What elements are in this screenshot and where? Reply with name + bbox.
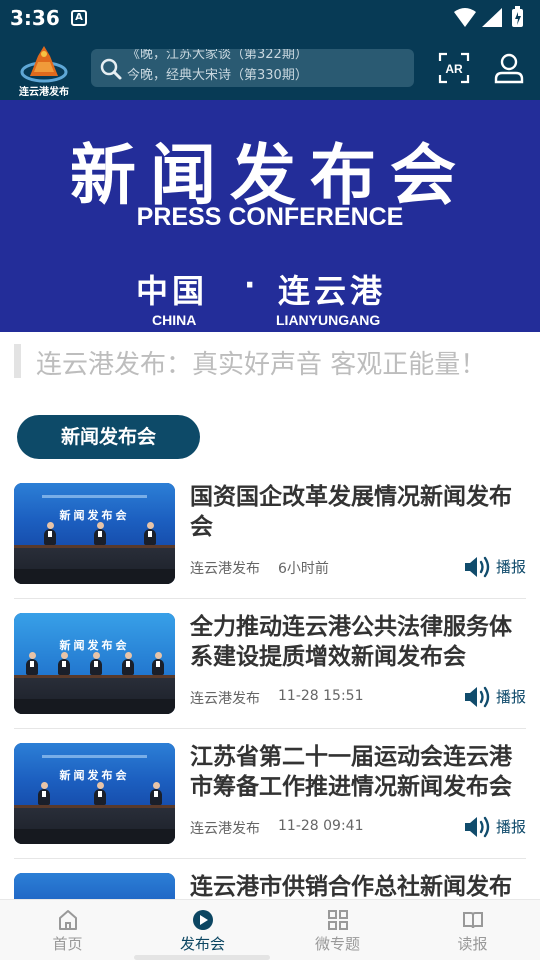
news-title[interactable]: 江苏省第二十一届运动会连云港市筹备工作推进情况新闻发布会 — [190, 742, 528, 802]
play-label: 播报 — [496, 558, 527, 576]
thumbnail-text: 新闻发布会 — [59, 509, 130, 522]
home-icon — [57, 909, 79, 931]
play-label: 播报 — [496, 688, 527, 706]
divider — [14, 598, 526, 599]
section-tab-press-conference[interactable]: 新闻发布会 — [17, 415, 200, 459]
app-header: 连云港发布 《晚，江苏大家谈（第322期） 今晚，经典大宋诗（第330期） AR — [0, 36, 540, 100]
news-source: 连云港发布 — [190, 821, 260, 837]
logo-text: 连云港发布 — [19, 87, 69, 98]
news-item[interactable]: 新闻发布会 全力推动连云港公共法律服务体系建设提质增效新闻发布会 连云港发布 1… — [14, 613, 526, 743]
play-audio-button[interactable]: 播报 — [464, 815, 528, 838]
news-source: 连云港发布 — [190, 561, 260, 577]
news-title[interactable]: 全力推动连云港公共法律服务体系建设提质增效新闻发布会 — [190, 612, 528, 672]
speaker-icon — [464, 556, 492, 582]
divider — [14, 858, 526, 859]
news-time: 11-28 09:41 — [278, 818, 364, 834]
hero-banner[interactable]: 新闻发布会 PRESS CONFERENCE 中国 · 连云港 CHINA LI… — [0, 100, 540, 332]
nav-label: 微专题 — [314, 935, 360, 953]
news-item[interactable]: 新闻发布会 国资国企改革发展情况新闻发布会 连云港发布 6小时前 播报 — [14, 483, 526, 613]
banner-dot: · — [244, 268, 256, 303]
ar-label: AR — [445, 62, 463, 76]
logo-icon — [20, 46, 68, 83]
speaker-icon — [464, 816, 492, 842]
divider — [14, 728, 526, 729]
search-bar[interactable]: 《晚，江苏大家谈（第322期） 今晚，经典大宋诗（第330期） — [91, 49, 414, 87]
status-time: 3:36 — [10, 6, 60, 30]
news-thumbnail: 新闻发布会 — [14, 613, 175, 714]
play-label: 播报 — [496, 818, 527, 836]
search-icon — [99, 57, 123, 85]
nav-read-paper[interactable]: 读报 — [405, 900, 540, 960]
banner-china-en: CHINA — [152, 312, 197, 328]
search-hint-roller: 《晚，江苏大家谈（第322期） 今晚，经典大宋诗（第330期） — [127, 49, 407, 87]
nav-press-conference[interactable]: 发布会 — [135, 900, 270, 960]
ar-icon: AR — [438, 52, 470, 84]
news-thumbnail: 新闻发布会 — [14, 743, 175, 844]
home-indicator[interactable] — [134, 955, 270, 960]
system-icons — [452, 6, 532, 34]
book-icon — [462, 909, 484, 931]
news-thumbnail: 新闻发布会 — [14, 483, 175, 584]
slogan-text: 连云港发布：真实好声音 客观正能量！ — [36, 350, 487, 380]
nav-label: 首页 — [52, 935, 83, 953]
banner-china-cn: 中国 — [136, 272, 209, 310]
nav-label: 读报 — [457, 935, 488, 953]
nav-micro-topics[interactable]: 微专题 — [270, 900, 405, 960]
search-hint: 今晚，经典大宋诗（第330期） — [127, 68, 308, 83]
slogan-marker — [14, 344, 21, 378]
news-source: 连云港发布 — [190, 691, 260, 707]
banner-subtitle: PRESS CONFERENCE — [136, 203, 404, 231]
notification-icon: A — [71, 10, 87, 26]
play-audio-button[interactable]: 播报 — [464, 685, 528, 708]
user-profile-button[interactable] — [493, 52, 525, 84]
ar-scan-button[interactable]: AR — [438, 52, 470, 84]
signal-icon — [482, 8, 502, 27]
news-item[interactable]: 新闻发布会 江苏省第二十一届运动会连云港市筹备工作推进情况新闻发布会 连云港发布… — [14, 743, 526, 873]
status-bar: 3:36 A — [0, 0, 540, 36]
banner-city-cn: 连云港 — [278, 272, 387, 310]
wifi-icon — [454, 8, 476, 27]
play-audio-button[interactable]: 播报 — [464, 555, 528, 578]
news-title[interactable]: 国资国企改革发展情况新闻发布会 — [190, 482, 528, 542]
speaker-icon — [464, 686, 492, 712]
banner-city-en: LIANYUNGANG — [276, 312, 381, 328]
bottom-navigation: 首页 发布会 微专题 读报 — [0, 899, 540, 960]
nav-home[interactable]: 首页 — [0, 900, 135, 960]
news-time: 6小时前 — [278, 561, 329, 577]
battery-icon — [512, 6, 523, 27]
user-icon — [494, 53, 524, 84]
nav-label: 发布会 — [179, 935, 225, 953]
search-hint: 《晚，江苏大家谈（第322期） — [127, 49, 308, 62]
thumbnail-text: 新闻发布会 — [59, 769, 130, 782]
grid-icon — [327, 909, 349, 931]
play-circle-icon — [192, 909, 214, 931]
news-time: 11-28 15:51 — [278, 688, 364, 704]
thumbnail-text: 新闻发布会 — [59, 639, 130, 652]
